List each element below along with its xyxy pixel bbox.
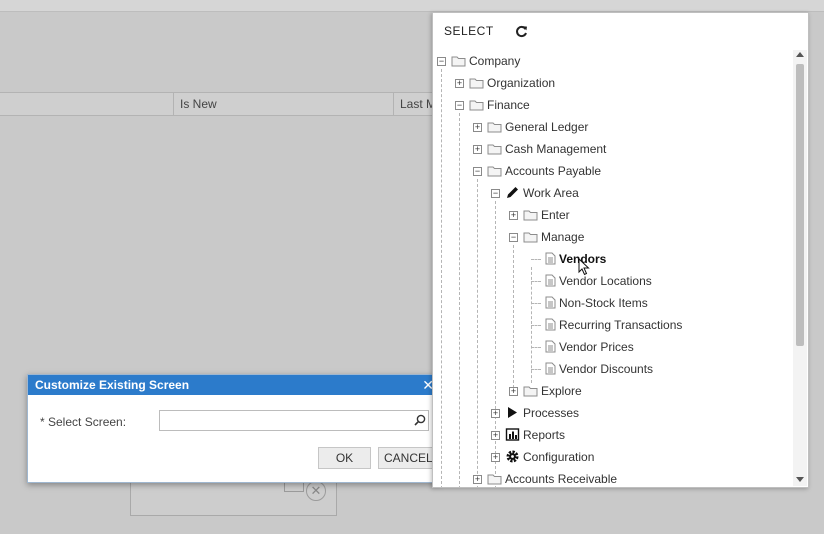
select-screen-input[interactable] — [159, 410, 429, 431]
tree-panel-header: SELECT — [433, 13, 808, 51]
refresh-icon[interactable] — [515, 25, 528, 38]
collapse-icon[interactable]: − — [473, 167, 482, 176]
document-icon — [545, 296, 556, 309]
folder-icon — [469, 100, 484, 111]
folder-icon — [451, 56, 466, 67]
select-screen-label: * Select Screen: — [40, 415, 127, 429]
tree-guide — [459, 113, 460, 487]
screen-tree: − Company + Organization − Finance + Gen… — [433, 51, 793, 487]
dialog-title: Customize Existing Screen — [35, 378, 190, 392]
grid-header: Is New Last M — [0, 92, 440, 116]
dialog-header: Customize Existing Screen ✕ — [28, 375, 440, 395]
tree-scrollbar[interactable] — [793, 50, 807, 486]
expand-icon[interactable]: + — [455, 79, 464, 88]
document-icon — [545, 362, 556, 375]
customize-existing-screen-dialog: Customize Existing Screen ✕ * Select Scr… — [27, 374, 442, 483]
folder-icon — [469, 78, 484, 89]
tree-guide — [531, 369, 541, 370]
gear-icon — [506, 450, 519, 463]
scroll-up-arrow-icon[interactable] — [796, 52, 804, 57]
document-icon — [545, 318, 556, 331]
folder-icon — [523, 386, 538, 397]
tree-panel-title: SELECT — [444, 24, 494, 38]
close-circle-icon: ✕ — [306, 481, 326, 501]
tree-guide — [531, 347, 541, 348]
expand-icon[interactable]: + — [491, 409, 500, 418]
document-icon — [545, 340, 556, 353]
mouse-pointer-icon — [578, 258, 590, 276]
pencil-icon — [507, 187, 518, 198]
search-icon[interactable] — [414, 414, 426, 426]
tree-guide — [531, 325, 541, 326]
folder-icon — [487, 144, 502, 155]
tree-guide — [531, 303, 541, 304]
scroll-thumb[interactable] — [796, 64, 804, 346]
select-tree-panel: SELECT − Company + Organization − Financ… — [432, 12, 809, 488]
tree-guide — [495, 201, 496, 487]
ok-button[interactable]: OK — [318, 447, 371, 469]
folder-icon — [487, 474, 502, 485]
expand-icon[interactable]: + — [491, 431, 500, 440]
expand-icon[interactable]: + — [491, 453, 500, 462]
folder-icon — [523, 210, 538, 221]
collapse-icon[interactable]: − — [437, 57, 446, 66]
tree-guide — [531, 281, 541, 282]
play-icon — [508, 407, 517, 418]
scroll-down-arrow-icon[interactable] — [796, 477, 804, 482]
tree-guide — [531, 259, 541, 260]
expand-icon[interactable]: + — [509, 211, 518, 220]
folder-icon — [523, 232, 538, 243]
tree-guide — [477, 179, 478, 487]
expand-icon[interactable]: + — [473, 145, 482, 154]
column-header-is-new[interactable]: Is New — [173, 93, 395, 115]
collapse-icon[interactable]: − — [509, 233, 518, 242]
bar-chart-icon — [505, 428, 520, 441]
collapse-icon[interactable]: − — [455, 101, 464, 110]
expand-icon[interactable]: + — [509, 387, 518, 396]
collapse-icon[interactable]: − — [491, 189, 500, 198]
app-top-bar — [0, 0, 824, 12]
tree-guide — [513, 245, 514, 393]
document-icon — [545, 252, 556, 265]
folder-icon — [487, 166, 502, 177]
document-icon — [545, 274, 556, 287]
expand-icon[interactable]: + — [473, 475, 482, 484]
expand-icon[interactable]: + — [473, 123, 482, 132]
tree-guide — [441, 69, 442, 487]
folder-icon — [487, 122, 502, 133]
